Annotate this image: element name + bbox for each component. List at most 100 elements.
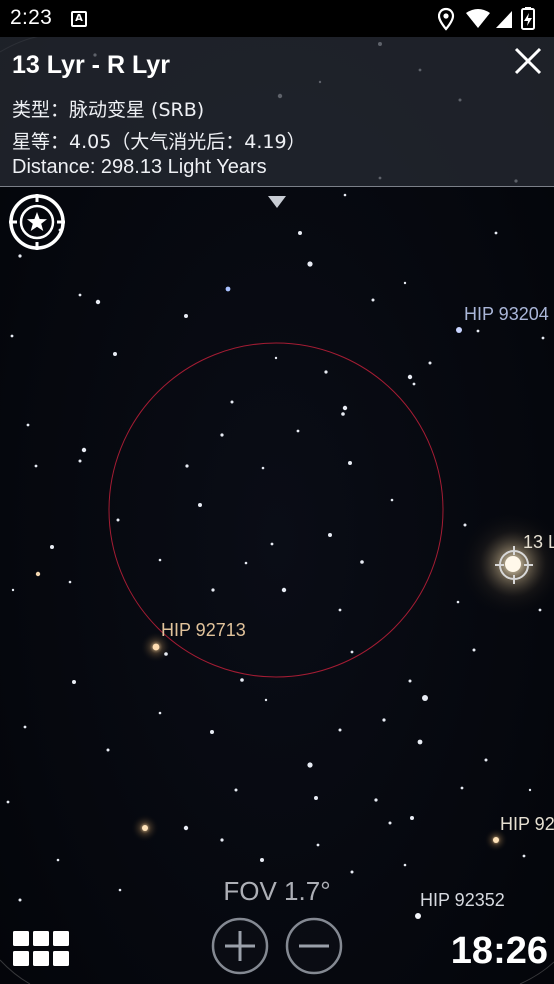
star-dot — [374, 798, 378, 802]
star-dot — [343, 193, 347, 197]
star-dot — [422, 695, 428, 701]
star-dot — [116, 518, 120, 522]
star-dot — [463, 523, 467, 527]
star-dot — [407, 374, 413, 380]
object-info-panel[interactable]: 13 Lyr - R Lyr 类型：脉动变星 (SRB) 星等：4.05（大气消… — [0, 37, 554, 187]
star-dot — [476, 329, 480, 333]
star-dot — [522, 854, 526, 858]
star-dot — [10, 334, 14, 338]
star-dot — [152, 643, 160, 651]
notification-glyph: A — [75, 13, 83, 24]
star-dot — [158, 711, 162, 715]
fov-readout: FOV 1.7° — [223, 876, 331, 906]
star-dot — [314, 796, 318, 800]
star-dot — [234, 788, 238, 792]
star-dot — [35, 571, 41, 577]
star-dot — [260, 858, 264, 862]
star-dot — [538, 608, 542, 612]
star-dot — [210, 730, 214, 734]
star-dot — [34, 464, 38, 468]
star-dot — [328, 533, 332, 537]
star-dot — [56, 858, 60, 862]
status-bar: 2:23 A — [0, 0, 554, 37]
wifi-icon — [466, 9, 490, 28]
star-dot — [408, 679, 412, 683]
star-dot — [211, 588, 215, 592]
star-dot — [185, 464, 189, 468]
star-dot — [26, 423, 30, 427]
zoom-in-icon[interactable] — [211, 917, 269, 975]
star-dot — [350, 650, 354, 654]
notification-icon: A — [71, 11, 87, 27]
star-dot — [281, 587, 287, 593]
star-label[interactable]: 13 L — [523, 532, 554, 553]
zoom-out-icon[interactable] — [285, 917, 343, 975]
sky-view[interactable]: HIP 93204 13 L HIP 92713 HIP 92 HIP 9235… — [0, 0, 554, 984]
star-dot — [225, 286, 231, 292]
star-dot — [456, 600, 460, 604]
star-dot — [382, 718, 386, 722]
star-dot — [341, 412, 345, 416]
star-dot — [158, 558, 162, 562]
star-dot — [298, 231, 302, 235]
star-dot — [261, 466, 265, 470]
star-dot — [240, 678, 244, 682]
star-dot — [417, 739, 423, 745]
star-dot — [428, 361, 432, 365]
star-dot — [412, 382, 416, 386]
star-dot — [415, 913, 421, 919]
star-dot — [338, 608, 342, 612]
star-dot — [493, 837, 499, 843]
star-label[interactable]: HIP 92713 — [161, 620, 246, 641]
star-dot — [78, 293, 82, 297]
star-dot — [460, 786, 464, 790]
star-dot — [6, 800, 10, 804]
star-dot — [456, 327, 462, 333]
object-magnitude: 星等：4.05（大气消光后：4.19） — [12, 131, 306, 153]
star-dot — [244, 561, 248, 565]
star-dot — [307, 261, 313, 267]
star-label[interactable]: HIP 93204 — [464, 304, 549, 325]
star-dot — [220, 433, 224, 437]
star-dot — [11, 588, 15, 592]
star-dot — [95, 299, 101, 305]
signal-icon — [496, 11, 512, 28]
battery-charging-icon — [521, 7, 535, 30]
sky-time-readout[interactable]: 18:26 — [451, 930, 548, 973]
star-dot — [164, 652, 168, 656]
location-icon — [438, 7, 455, 31]
star-dot — [360, 560, 364, 564]
star-dot — [23, 725, 27, 729]
star-dot — [348, 461, 352, 465]
star-dot — [403, 281, 407, 285]
star-dot — [342, 405, 348, 411]
object-title: 13 Lyr - R Lyr — [12, 51, 170, 79]
status-icons — [438, 7, 535, 31]
star-dot — [388, 821, 392, 825]
star-dot — [50, 545, 54, 549]
menu-grid-icon[interactable] — [12, 930, 70, 968]
status-time: 2:23 — [10, 6, 53, 29]
direction-pointer-icon — [268, 196, 286, 208]
star-dot — [81, 447, 87, 453]
star-dot — [220, 838, 224, 842]
star-dot — [113, 352, 117, 356]
star-dot — [106, 748, 110, 752]
star-dot — [184, 314, 188, 318]
object-distance: Distance: 298.13 Light Years — [12, 156, 267, 178]
star-dot — [72, 680, 76, 684]
star-label[interactable]: HIP 92 — [500, 814, 554, 835]
star-dot — [316, 843, 320, 847]
star-dot — [350, 870, 354, 874]
close-icon[interactable] — [510, 43, 546, 79]
star-dot — [198, 503, 202, 507]
star-dot — [270, 542, 274, 546]
fov-circle — [108, 342, 444, 678]
star-dot — [296, 429, 300, 433]
star-dot — [410, 816, 414, 820]
star-dot — [142, 825, 148, 831]
favorites-star-icon[interactable] — [8, 193, 66, 251]
star-dot — [230, 400, 234, 404]
star-dot — [494, 231, 498, 235]
star-dot — [528, 788, 532, 792]
